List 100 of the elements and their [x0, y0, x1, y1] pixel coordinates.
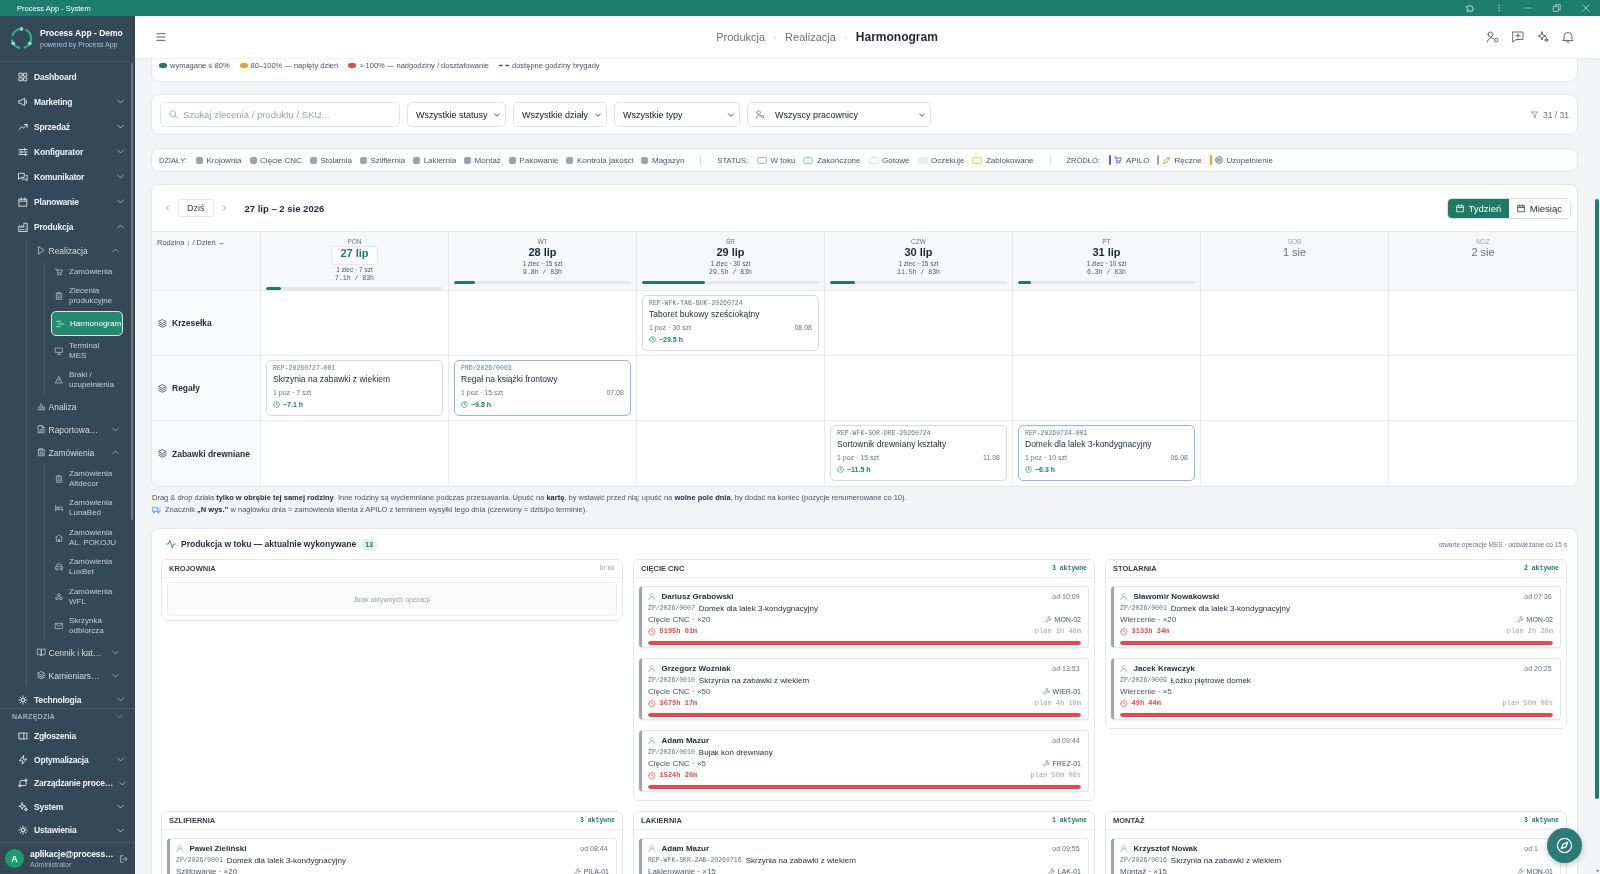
- sidebar-item[interactable]: Skrzynka odbiorcza: [51, 611, 123, 641]
- product-name: Bujak koń drewniany: [698, 747, 773, 757]
- worker-name: Dariusz Grabowski: [661, 592, 734, 602]
- previous-button[interactable]: [165, 204, 170, 212]
- ticket-icon: [18, 731, 28, 742]
- close-icon: [1582, 4, 1590, 12]
- next-button[interactable]: [221, 204, 227, 212]
- order-title: Skrzynia na zabawki z wiekiem: [273, 373, 391, 386]
- assistant-button[interactable]: [1537, 31, 1549, 43]
- day-date: 28 lip: [528, 246, 557, 259]
- filter-dropdown[interactable]: Wszyscy pracownicy: [747, 102, 931, 127]
- view-tab[interactable]: Tydzień: [1448, 198, 1510, 218]
- filter-dropdown[interactable]: Wszystkie działy: [513, 102, 607, 127]
- sidebar-item[interactable]: Raportowa…: [31, 418, 125, 441]
- bell-icon: [1562, 31, 1574, 43]
- legend-label: Krojownia: [206, 155, 242, 165]
- notifications-button[interactable]: [1562, 31, 1574, 43]
- sidebar-item[interactable]: Zamówienia LuxBet: [51, 552, 123, 582]
- legend-label: Oczekuje: [931, 155, 965, 165]
- search-input[interactable]: Szukaj zlecenia / produktu / SKU...: [183, 107, 391, 122]
- filter-dropdown[interactable]: Wszystkie statusy: [407, 102, 506, 127]
- logout-icon: [120, 854, 128, 863]
- legend-label: Kontrola jakości: [577, 155, 634, 165]
- sidebar-item[interactable]: Produkcja: [8, 214, 127, 239]
- sidebar-item[interactable]: Marketing: [8, 89, 127, 114]
- person-search-icon: [756, 110, 765, 119]
- sidebar-item[interactable]: Braki / uzupełnienia: [51, 365, 123, 395]
- day-date: 31 lip: [1092, 246, 1121, 259]
- product-name: Skrzynia na zabawki z wiekiem: [1170, 855, 1282, 865]
- legend-label: Zablokowane: [985, 155, 1034, 165]
- logout-button[interactable]: [120, 854, 128, 863]
- breadcrumb-link[interactable]: Produkcja: [716, 31, 766, 43]
- sidebar-item[interactable]: System: [8, 795, 127, 819]
- sidebar-item[interactable]: Kamieniars…: [31, 664, 125, 687]
- timeline-icon: [56, 319, 64, 328]
- wrench-icon: [1047, 868, 1055, 874]
- sidebar-item[interactable]: Zamówienia Altdecor: [51, 464, 123, 494]
- sidebar-item[interactable]: Analiza: [31, 395, 125, 418]
- sidebar-item[interactable]: Terminal MES: [51, 336, 123, 366]
- pencil-icon: [1162, 156, 1171, 164]
- sidebar-item[interactable]: Sprzedaż: [8, 114, 127, 139]
- sidebar-item[interactable]: Zlecenia produkcyjne: [51, 281, 123, 311]
- scrollbar-thumb[interactable]: [1595, 199, 1599, 799]
- sidebar-item[interactable]: Konfigurator: [8, 139, 127, 164]
- sidebar-item[interactable]: Optymalizacja: [8, 748, 127, 772]
- user-settings-button[interactable]: [1487, 31, 1499, 43]
- worker-name: Krzysztof Nowak: [1133, 844, 1198, 854]
- menu-icon: [155, 32, 167, 42]
- sidebar-item[interactable]: Zgłoszenia: [8, 724, 127, 748]
- swatch-icon: [464, 156, 472, 164]
- filter-dropdown[interactable]: Wszystkie typy: [614, 102, 740, 127]
- family-name: Regały: [172, 383, 200, 393]
- sidebar-item[interactable]: Harmonogram: [51, 311, 123, 336]
- compass-icon: [1556, 837, 1573, 854]
- restore-button[interactable]: [1553, 4, 1561, 12]
- calendar-icon: [1456, 203, 1465, 213]
- legend-label: Pakowanie: [519, 155, 559, 165]
- sidebar-item[interactable]: Technologia: [8, 687, 127, 708]
- scrollbar-thumb[interactable]: [131, 63, 133, 520]
- today-button[interactable]: Dziś: [178, 199, 214, 217]
- extensions-button[interactable]: [1466, 4, 1474, 12]
- more-button[interactable]: [1495, 4, 1503, 12]
- search-field[interactable]: Szukaj zlecenia / produktu / SKU...: [160, 102, 400, 127]
- scroll-down-arrow-icon[interactable]: [1594, 869, 1600, 873]
- swatch-icon: [195, 156, 203, 164]
- breadcrumb-link[interactable]: Realizacja: [785, 31, 836, 43]
- mail-icon: [55, 622, 63, 631]
- clock-icon: [648, 627, 656, 635]
- legend-label: Cięcie CNC: [260, 155, 302, 165]
- product-name: Domek dla lalek 3-kondygnacyjny: [1170, 603, 1290, 613]
- sidebar-item[interactable]: Zamówienia AL. POKOJU: [51, 523, 123, 553]
- minimize-button[interactable]: [1524, 4, 1532, 12]
- day-date: 30 lip: [904, 246, 933, 259]
- swatch-icon: [359, 156, 367, 164]
- product-name: Łóżko piętrowe domek: [1170, 675, 1251, 685]
- sidebar-item[interactable]: Planowanie: [8, 189, 127, 214]
- legend-label: Ręczne: [1174, 155, 1202, 165]
- menu-button[interactable]: [155, 32, 167, 42]
- result-count: 31 / 31: [1543, 109, 1569, 120]
- sidebar-item[interactable]: Komunikator: [8, 164, 127, 189]
- sidebar-item[interactable]: Zamówienia: [31, 441, 125, 464]
- sidebar-item[interactable]: Cennik i kat…: [31, 641, 125, 664]
- sidebar-item[interactable]: Zamówienia: [51, 262, 123, 282]
- sidebar-item[interactable]: Ustawienia: [8, 818, 127, 842]
- new-message-button[interactable]: [1512, 31, 1524, 43]
- legend-label: Szlifiernia: [370, 155, 406, 165]
- search-icon: [169, 110, 178, 119]
- swatch-icon: [641, 156, 649, 164]
- sidebar-item[interactable]: Zarządzanie proce…: [8, 771, 127, 795]
- legend-swatch-icon: [239, 63, 248, 68]
- sidebar-item[interactable]: Realizacja: [31, 239, 125, 262]
- legend-label: Stolarnia: [320, 155, 352, 165]
- route-icon: [18, 778, 28, 789]
- sidebar-item[interactable]: Dashboard: [8, 64, 127, 89]
- sidebar-item[interactable]: Zamówienia WFL: [51, 582, 123, 612]
- sidebar-item[interactable]: Zamówienia LunaBed: [51, 493, 123, 523]
- legend-label: APILO: [1125, 155, 1150, 165]
- close-button[interactable]: [1582, 4, 1590, 12]
- person-icon: [648, 593, 656, 601]
- person-icon: [1120, 593, 1128, 601]
